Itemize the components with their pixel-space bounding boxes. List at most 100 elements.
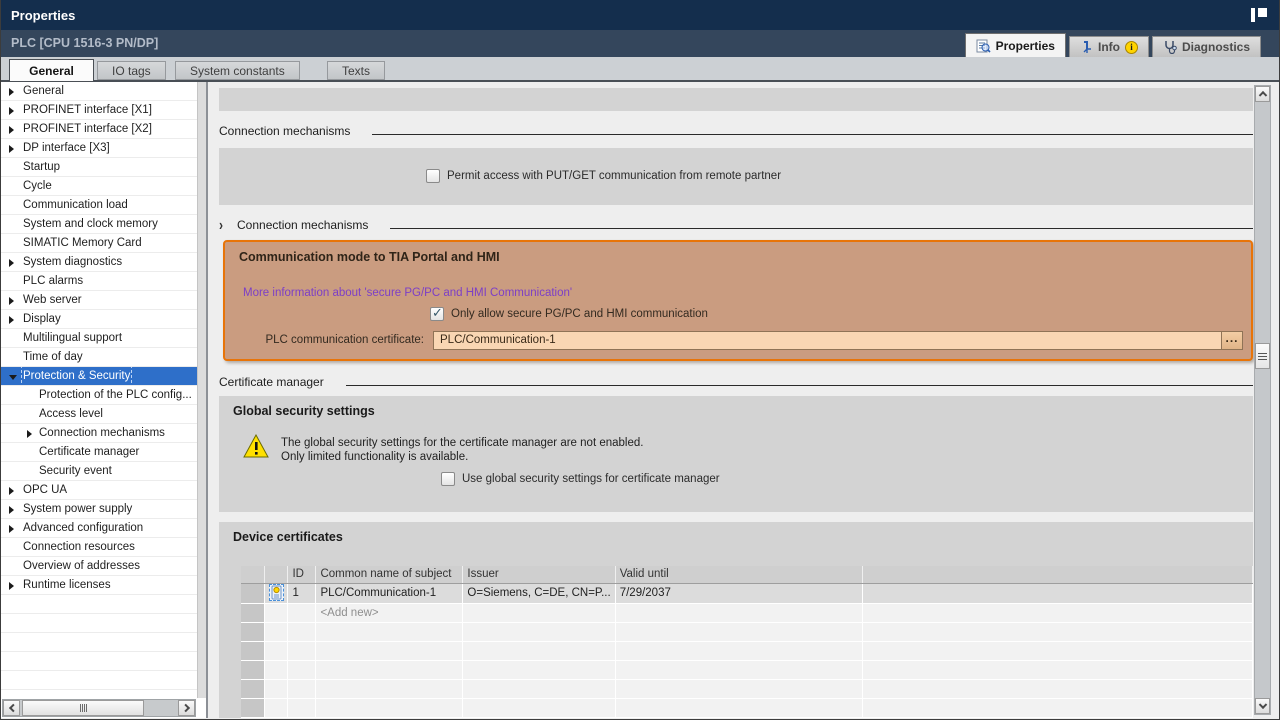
certificate-row[interactable]: 1 PLC/Communication-1 O=Siemens, C=DE, CN=…: [241, 583, 1253, 604]
tree-collapse-icon[interactable]: [9, 375, 17, 380]
tree-item-simatic-memory-card[interactable]: SIMATIC Memory Card: [1, 234, 206, 253]
tree-item-plc-alarms[interactable]: PLC alarms: [1, 272, 206, 291]
tree-expand-icon[interactable]: [9, 88, 14, 96]
tree-item-profinet-interface-x1[interactable]: PROFINET interface [X1]: [1, 101, 206, 120]
section-title: Connection mechanisms: [219, 124, 351, 138]
tree-item-profinet-interface-x2[interactable]: PROFINET interface [X2]: [1, 120, 206, 139]
info-icon: [1083, 41, 1091, 53]
tree-expand-icon[interactable]: [9, 487, 14, 495]
tree-item-cycle[interactable]: Cycle: [1, 177, 206, 196]
tab-diagnostics[interactable]: Diagnostics: [1151, 36, 1261, 57]
scroll-thumb[interactable]: [22, 700, 144, 716]
global-security-checkbox[interactable]: [441, 472, 455, 486]
plc-certificate-input[interactable]: PLC/Communication-1: [433, 331, 1243, 350]
tree-item-general[interactable]: General: [1, 82, 206, 101]
tree-item-advanced-configuration[interactable]: Advanced configuration: [1, 519, 206, 538]
device-certificates-box: Device certificates ID Common name of sub…: [219, 522, 1253, 718]
tree-item-label: PROFINET interface [X2]: [23, 123, 152, 135]
tab-system-constants[interactable]: System constants: [175, 61, 300, 80]
tree-item-web-server[interactable]: Web server: [1, 291, 206, 310]
scroll-down-button[interactable]: [1255, 698, 1270, 714]
tab-texts[interactable]: Texts: [327, 61, 386, 80]
tree-item-system-diagnostics[interactable]: System diagnostics: [1, 253, 206, 272]
empty-table-row[interactable]: [241, 679, 1253, 699]
tree-item-startup[interactable]: Startup: [1, 158, 206, 177]
table-cell: [264, 660, 289, 680]
browse-certificate-button[interactable]: ...: [1221, 331, 1243, 350]
tree-empty-row: [1, 614, 206, 633]
tree-item-access-level[interactable]: Access level: [1, 405, 206, 424]
tree-expand-icon[interactable]: [9, 525, 14, 533]
tree-expand-icon[interactable]: [9, 506, 14, 514]
putget-checkbox-label: Permit access with PUT/GET communication…: [447, 170, 782, 182]
tree-item-system-power-supply[interactable]: System power supply: [1, 500, 206, 519]
scroll-up-button[interactable]: [1255, 86, 1270, 102]
tab-general[interactable]: General: [9, 59, 94, 82]
tree-item-time-of-day[interactable]: Time of day: [1, 348, 206, 367]
section-title: Certificate manager: [219, 375, 324, 389]
add-new-cell[interactable]: <Add new>: [315, 603, 464, 623]
tree-item-opc-ua[interactable]: OPC UA: [1, 481, 206, 500]
tree-item-runtime-licenses[interactable]: Runtime licenses: [1, 576, 206, 595]
table-cell: [462, 679, 616, 699]
tree-item-system-and-clock-memory[interactable]: System and clock memory: [1, 215, 206, 234]
tree-expand-icon[interactable]: [27, 430, 32, 438]
tree-expand-icon[interactable]: [9, 316, 14, 324]
warning-icon: [243, 434, 269, 458]
secure-comm-checkbox[interactable]: [430, 305, 444, 321]
tree-item-multilingual-support[interactable]: Multilingual support: [1, 329, 206, 348]
table-header-row[interactable]: ID Common name of subject Issuer Valid unti…: [241, 566, 1253, 584]
tree-item-protection-security[interactable]: Protection & Security: [1, 367, 206, 386]
tree-item-security-event[interactable]: Security event: [1, 462, 206, 481]
row-selector: [241, 622, 266, 642]
empty-table-row[interactable]: [241, 641, 1253, 661]
tab-info[interactable]: Info i: [1068, 36, 1149, 57]
cell-valid-until: 7/29/2037: [615, 583, 864, 604]
putget-checkbox-row: Permit access with PUT/GET communication…: [426, 169, 781, 183]
tree-item-display[interactable]: Display: [1, 310, 206, 329]
chevron-right-icon[interactable]: ›: [219, 216, 223, 234]
tree-item-connection-resources[interactable]: Connection resources: [1, 538, 206, 557]
warning-line-2: Only limited functionality is available.: [281, 451, 469, 463]
putget-checkbox[interactable]: [426, 169, 440, 183]
empty-table-row[interactable]: [241, 698, 1253, 718]
tab-properties[interactable]: Properties: [964, 33, 1066, 57]
tree-item-dp-interface-x3[interactable]: DP interface [X3]: [1, 139, 206, 158]
tree-expand-icon[interactable]: [9, 107, 14, 115]
add-new-row[interactable]: <Add new>: [241, 603, 1253, 623]
table-cell: [615, 603, 864, 623]
dock-layout-icon[interactable]: [1251, 8, 1267, 22]
tree-expand-icon[interactable]: [9, 145, 14, 153]
scroll-thumb[interactable]: [1255, 343, 1270, 369]
tree-item-label: Overview of addresses: [23, 560, 140, 572]
tree-item-label: OPC UA: [23, 484, 68, 496]
tree-item-label: SIMATIC Memory Card: [23, 237, 142, 249]
table-cell: [862, 641, 1253, 661]
warning-text: The global security settings for the cer…: [281, 434, 643, 464]
scroll-right-button[interactable]: [178, 700, 195, 716]
tree-expand-icon[interactable]: [9, 297, 14, 305]
tree-vertical-scrollbar[interactable]: [197, 82, 206, 698]
tree-expand-icon[interactable]: [9, 126, 14, 134]
tab-io-tags[interactable]: IO tags: [97, 61, 166, 80]
empty-table-row[interactable]: [241, 660, 1253, 680]
tree-item-certificate-manager[interactable]: Certificate manager: [1, 443, 206, 462]
tree-expand-icon[interactable]: [9, 582, 14, 590]
table-cell: [287, 603, 317, 623]
tree-item-communication-load[interactable]: Communication load: [1, 196, 206, 215]
scroll-left-button[interactable]: [3, 700, 20, 716]
tree-item-connection-mechanisms[interactable]: Connection mechanisms: [1, 424, 206, 443]
tree-item-overview-of-addresses[interactable]: Overview of addresses: [1, 557, 206, 576]
empty-table-row[interactable]: [241, 622, 1253, 642]
certificate-icon-cell: [264, 583, 289, 604]
tree-expand-icon[interactable]: [9, 259, 14, 267]
column-header-id: ID: [287, 566, 317, 584]
secure-communication-box: Communication mode to TIA Portal and HMI…: [223, 240, 1253, 361]
tree-item-label: Display: [23, 313, 61, 325]
table-cell: [862, 698, 1253, 718]
warning-line-1: The global security settings for the cer…: [281, 437, 644, 449]
more-information-link[interactable]: More information about 'secure PG/PC and…: [243, 287, 572, 299]
tree-item-protection-of-the-plc-config[interactable]: Protection of the PLC config...: [1, 386, 206, 405]
scroll-track[interactable]: [144, 700, 178, 716]
table-cell: [462, 698, 616, 718]
